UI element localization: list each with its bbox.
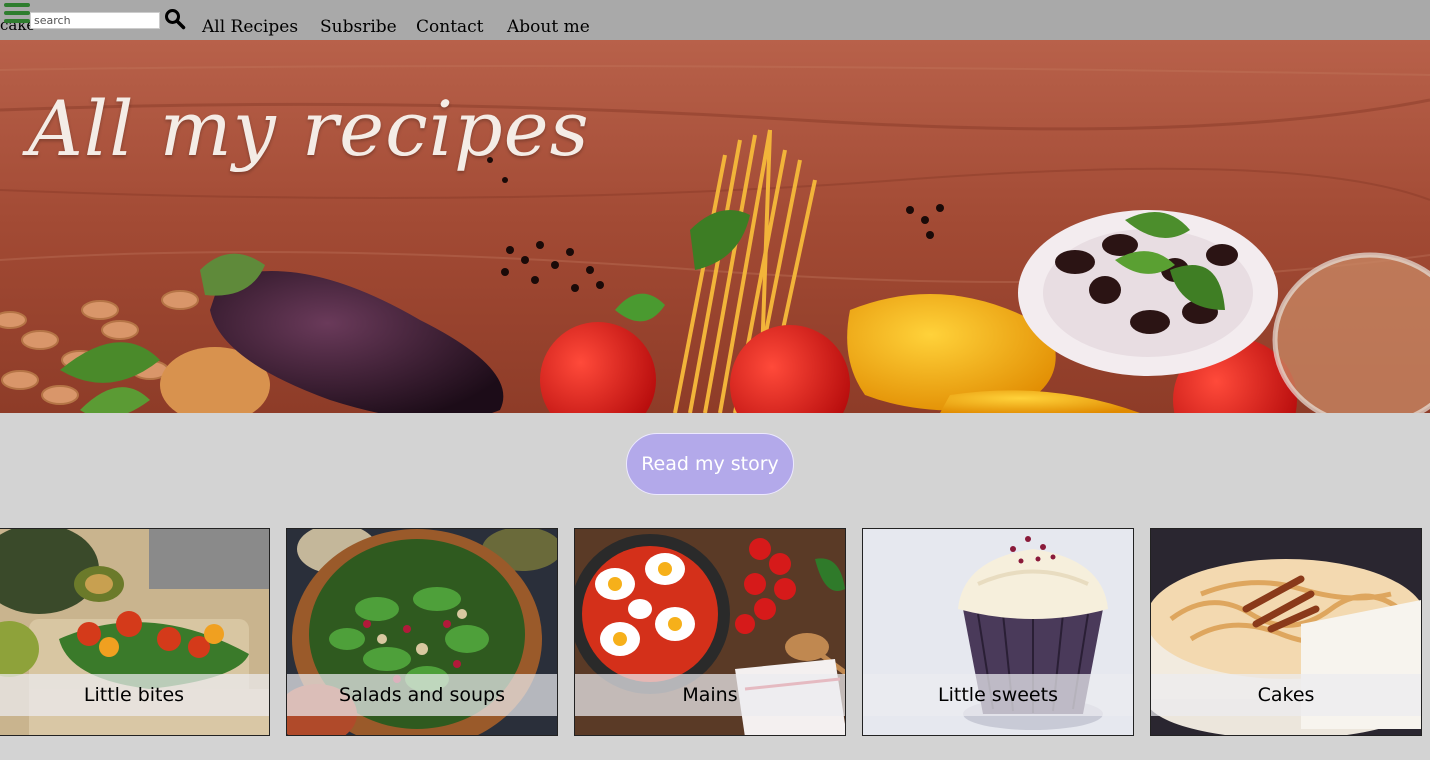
category-card-little-bites[interactable]: Little bites xyxy=(0,528,270,736)
card-label: Little bites xyxy=(0,674,269,716)
search-input[interactable] xyxy=(30,12,160,29)
category-card-salads-and-soups[interactable]: Salads and soups xyxy=(286,528,558,736)
category-card-cakes[interactable]: Cakes xyxy=(1150,528,1422,736)
nav-link-all-recipes[interactable]: All Recipes xyxy=(202,17,298,37)
hero-banner: All my recipes xyxy=(0,40,1430,413)
hero-title: All my recipes xyxy=(28,84,590,173)
hamburger-menu-icon[interactable] xyxy=(4,3,30,25)
nav-link-about-me[interactable]: About me xyxy=(507,17,590,37)
card-label: Little sweets xyxy=(863,674,1133,716)
category-card-mains[interactable]: Mains xyxy=(574,528,846,736)
read-my-story-button[interactable]: Read my story xyxy=(626,433,794,495)
category-card-little-sweets[interactable]: Little sweets xyxy=(862,528,1134,736)
nav-link-contact[interactable]: Contact xyxy=(416,17,484,37)
card-label: Cakes xyxy=(1151,674,1421,716)
card-label: Salads and soups xyxy=(287,674,557,716)
nav-link-subscribe[interactable]: Subsribe xyxy=(320,17,397,37)
top-navigation-bar: cake All Recipes Subsribe Contact About … xyxy=(0,0,1430,40)
search-icon[interactable] xyxy=(164,8,186,30)
card-label: Mains xyxy=(575,674,845,716)
